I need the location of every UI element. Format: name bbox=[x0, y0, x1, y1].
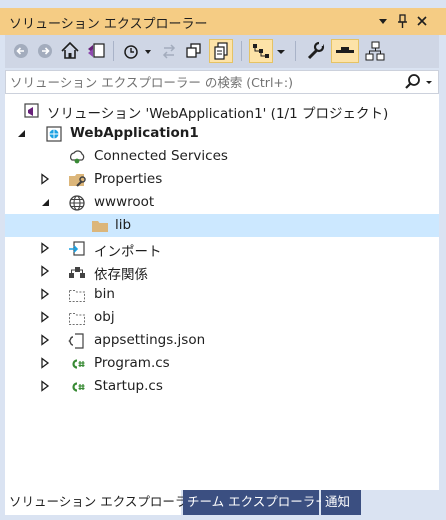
tree-item-label: wwwroot bbox=[94, 194, 155, 210]
collapsed-arrow-icon[interactable] bbox=[39, 357, 51, 369]
search-input[interactable] bbox=[10, 72, 405, 92]
properties-icon[interactable] bbox=[303, 39, 327, 63]
close-icon[interactable] bbox=[414, 13, 430, 29]
forward-icon[interactable] bbox=[35, 39, 55, 63]
folder-icon bbox=[91, 217, 109, 235]
hidden-folder-icon bbox=[68, 309, 86, 327]
collapse-all-icon[interactable] bbox=[183, 39, 205, 63]
tree-item-label: obj bbox=[94, 309, 115, 325]
solution-icon bbox=[23, 102, 41, 120]
properties-folder-icon bbox=[68, 171, 86, 189]
connected-services-icon bbox=[68, 148, 86, 166]
tree-item-obj[interactable]: obj bbox=[5, 306, 439, 329]
toolbar-separator bbox=[113, 41, 114, 61]
toolbar bbox=[5, 35, 439, 68]
tree-item-label: Startup.cs bbox=[94, 378, 163, 394]
search-box bbox=[5, 70, 439, 94]
tree-item-bin[interactable]: bin bbox=[5, 283, 439, 306]
pending-changes-filter-icon[interactable] bbox=[331, 39, 359, 63]
collapsed-arrow-icon[interactable] bbox=[39, 311, 51, 323]
csharp-file-icon bbox=[68, 355, 86, 373]
title-bar: ソリューション エクスプローラー bbox=[0, 8, 446, 35]
tree-item-label: lib bbox=[115, 217, 132, 233]
window-title: ソリューション エクスプローラー bbox=[9, 17, 208, 32]
tree-item-label: インポート bbox=[94, 244, 162, 260]
tree-item-startup-cs[interactable]: Startup.cs bbox=[5, 375, 439, 398]
collapsed-arrow-icon[interactable] bbox=[39, 265, 51, 277]
preview-icon[interactable] bbox=[249, 39, 273, 63]
imports-icon bbox=[68, 240, 86, 258]
collapsed-arrow-icon[interactable] bbox=[39, 334, 51, 346]
hidden-folder-icon bbox=[68, 286, 86, 304]
tree-item-label: Connected Services bbox=[94, 148, 228, 164]
switch-views-icon[interactable] bbox=[85, 39, 107, 63]
tree-item-label: Program.cs bbox=[94, 355, 170, 371]
tree-item-wwwroot[interactable]: wwwroot bbox=[5, 191, 439, 214]
tree-item-label: bin bbox=[94, 286, 115, 302]
tree-item-label: appsettings.json bbox=[94, 332, 206, 348]
tree-item-lib[interactable]: lib bbox=[5, 214, 439, 237]
tree-item-label: Properties bbox=[94, 171, 163, 187]
history-icon[interactable] bbox=[121, 39, 155, 63]
web-project-icon bbox=[45, 125, 63, 143]
dropdown-arrow-icon[interactable] bbox=[375, 13, 391, 29]
expanded-arrow-icon[interactable] bbox=[39, 196, 51, 208]
tree-item-dependencies[interactable]: 依存関係 bbox=[5, 260, 439, 283]
tree-item-label: 依存関係 bbox=[94, 267, 148, 283]
collapsed-arrow-icon[interactable] bbox=[39, 173, 51, 185]
preview-dropdown-icon[interactable] bbox=[275, 39, 287, 63]
tree-item-project[interactable]: WebApplication1 bbox=[5, 122, 439, 145]
show-all-files-icon[interactable] bbox=[209, 39, 233, 63]
home-icon[interactable] bbox=[59, 39, 81, 63]
expanded-arrow-icon[interactable] bbox=[15, 127, 27, 139]
dependencies-icon bbox=[68, 263, 86, 281]
toolbar-separator bbox=[295, 41, 296, 61]
globe-icon bbox=[68, 194, 86, 212]
collapsed-arrow-icon[interactable] bbox=[39, 288, 51, 300]
tool-window-tabs: ソリューション エクスプローラー チーム エクスプローラー 通知 bbox=[5, 490, 439, 515]
tree-item-imports[interactable]: インポート bbox=[5, 237, 439, 260]
solution-tree: ソリューション 'WebApplication1' (1/1 プロジェクト) W… bbox=[5, 94, 439, 490]
back-icon[interactable] bbox=[11, 39, 31, 63]
tree-item-properties[interactable]: Properties bbox=[5, 168, 439, 191]
tree-item-solution[interactable]: ソリューション 'WebApplication1' (1/1 プロジェクト) bbox=[5, 99, 439, 122]
json-file-icon bbox=[68, 332, 86, 350]
tree-item-appsettings-json[interactable]: appsettings.json bbox=[5, 329, 439, 352]
collapsed-arrow-icon[interactable] bbox=[39, 380, 51, 392]
tree-item-label: ソリューション 'WebApplication1' (1/1 プロジェクト) bbox=[47, 106, 389, 122]
tab-notifications[interactable]: 通知 bbox=[321, 490, 361, 515]
view-class-diagram-icon[interactable] bbox=[363, 39, 387, 63]
tab-team-explorer[interactable]: チーム エクスプローラー bbox=[183, 490, 328, 515]
search-icon[interactable] bbox=[404, 73, 436, 95]
csharp-file-icon bbox=[68, 378, 86, 396]
toolbar-separator bbox=[241, 41, 242, 61]
tree-item-connected-services[interactable]: Connected Services bbox=[5, 145, 439, 168]
pin-icon[interactable] bbox=[394, 13, 410, 29]
sync-icon[interactable] bbox=[159, 39, 179, 63]
collapsed-arrow-icon[interactable] bbox=[39, 242, 51, 254]
tree-item-program-cs[interactable]: Program.cs bbox=[5, 352, 439, 375]
tree-item-label: WebApplication1 bbox=[70, 125, 199, 141]
tab-solution-explorer[interactable]: ソリューション エクスプローラー bbox=[5, 490, 200, 515]
